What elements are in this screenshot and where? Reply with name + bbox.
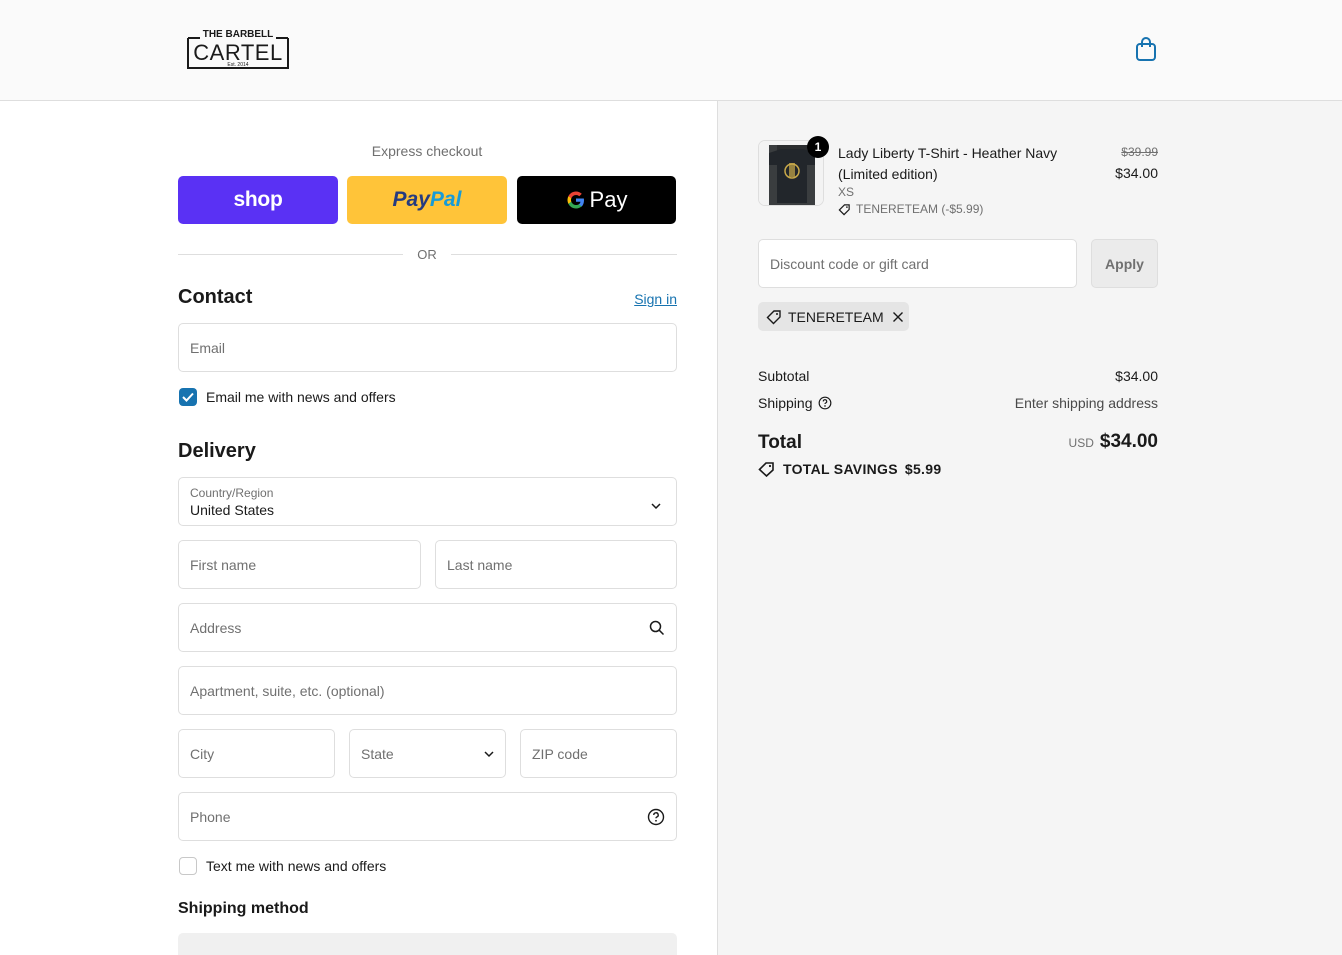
subtotal-label: Subtotal bbox=[758, 368, 810, 384]
currency-code: USD bbox=[1068, 436, 1094, 450]
or-divider-right bbox=[451, 254, 677, 255]
address-field[interactable]: Address bbox=[178, 603, 677, 652]
first-name-field[interactable]: First name bbox=[178, 540, 421, 589]
state-placeholder: State bbox=[361, 745, 394, 762]
total-amount-group: USD $34.00 bbox=[980, 431, 1158, 453]
help-circle-icon[interactable] bbox=[647, 808, 665, 826]
paypal-label-pal: Pal bbox=[429, 188, 462, 211]
shipping-value: Enter shipping address bbox=[1014, 395, 1158, 411]
savings-label: TOTAL SAVINGS bbox=[783, 461, 898, 477]
original-price: $39.99 bbox=[1121, 145, 1158, 159]
product-name: Lady Liberty T-Shirt - Heather Navy (Lim… bbox=[838, 145, 1058, 182]
quantity-badge: 1 bbox=[807, 136, 829, 158]
checkmark-icon bbox=[182, 392, 194, 402]
discount-code-placeholder: Discount code or gift card bbox=[770, 255, 929, 272]
item-price: $34.00 bbox=[1115, 165, 1158, 181]
country-value: United States bbox=[190, 502, 275, 518]
header: THE BARBELL CARTEL Est. 2014 bbox=[0, 0, 1342, 101]
google-pay-label: Pay bbox=[589, 187, 628, 212]
google-pay-button[interactable]: Pay bbox=[517, 176, 676, 224]
state-select[interactable]: State bbox=[349, 729, 506, 778]
shipping-method-placeholder-box bbox=[178, 933, 677, 955]
sign-in-link[interactable]: Sign in bbox=[600, 291, 677, 307]
shop-pay-button[interactable]: shop bbox=[178, 176, 338, 224]
applied-discount-chip: TENERETEAM bbox=[758, 302, 909, 331]
zip-placeholder: ZIP code bbox=[532, 745, 588, 762]
total-savings: TOTAL SAVINGS $5.99 bbox=[758, 461, 941, 477]
shop-pay-label: shop bbox=[233, 188, 283, 211]
shipping-label: Shipping bbox=[758, 395, 813, 411]
zip-field[interactable]: ZIP code bbox=[520, 729, 677, 778]
paypal-button[interactable]: Pay Pal bbox=[347, 176, 507, 224]
last-name-placeholder: Last name bbox=[447, 556, 513, 573]
tag-icon bbox=[838, 203, 851, 216]
search-icon bbox=[649, 620, 665, 636]
or-divider-left bbox=[178, 254, 403, 255]
chevron-down-icon bbox=[651, 497, 661, 515]
savings-value: $5.99 bbox=[904, 461, 942, 477]
last-name-field[interactable]: Last name bbox=[435, 540, 677, 589]
product-discount: TENERETEAM (-$5.99) bbox=[838, 202, 983, 216]
city-field[interactable]: City bbox=[178, 729, 335, 778]
email-field[interactable]: Email bbox=[178, 323, 677, 372]
email-news-checkbox[interactable] bbox=[179, 388, 197, 406]
subtotal-value: $34.00 bbox=[1115, 368, 1158, 384]
country-select[interactable]: Country/Region United States bbox=[178, 477, 677, 526]
total-value: $34.00 bbox=[1099, 431, 1158, 452]
text-news-checkbox[interactable] bbox=[179, 857, 197, 875]
apartment-placeholder: Apartment, suite, etc. (optional) bbox=[190, 682, 385, 699]
or-text: OR bbox=[417, 247, 437, 262]
tag-icon bbox=[766, 309, 782, 325]
logo-line3: Est. 2014 bbox=[227, 62, 249, 68]
store-logo[interactable]: THE BARBELL CARTEL Est. 2014 bbox=[186, 28, 290, 70]
order-summary-panel bbox=[718, 101, 1342, 955]
remove-discount-close-icon[interactable] bbox=[892, 311, 904, 323]
product-discount-text: TENERETEAM (-$5.99) bbox=[856, 202, 984, 216]
shipping-method-title: Shipping method bbox=[178, 900, 309, 917]
chevron-down-icon bbox=[484, 750, 494, 758]
shopping-bag-icon[interactable] bbox=[1134, 36, 1158, 62]
google-g-icon bbox=[566, 190, 586, 210]
delivery-title: Delivery bbox=[178, 440, 256, 462]
shipping-row-label: Shipping bbox=[758, 395, 832, 411]
tag-icon bbox=[758, 461, 776, 477]
help-circle-icon[interactable] bbox=[818, 396, 832, 410]
address-placeholder: Address bbox=[190, 619, 242, 636]
email-news-label: Email me with news and offers bbox=[206, 389, 396, 405]
discount-code-field[interactable]: Discount code or gift card bbox=[758, 239, 1077, 288]
apply-button[interactable]: Apply bbox=[1091, 239, 1158, 288]
phone-field[interactable]: Phone bbox=[178, 792, 677, 841]
express-checkout-label: Express checkout bbox=[371, 143, 483, 159]
country-label: Country/Region bbox=[190, 486, 274, 500]
city-placeholder: City bbox=[190, 745, 215, 762]
contact-title: Contact bbox=[178, 286, 253, 308]
applied-discount-code: TENERETEAM bbox=[788, 308, 884, 325]
text-news-label: Text me with news and offers bbox=[206, 858, 387, 874]
apartment-field[interactable]: Apartment, suite, etc. (optional) bbox=[178, 666, 677, 715]
first-name-placeholder: First name bbox=[190, 556, 257, 573]
phone-placeholder: Phone bbox=[190, 808, 231, 825]
paypal-label-pay: Pay bbox=[392, 188, 430, 211]
product-variant: XS bbox=[838, 185, 855, 199]
total-label: Total bbox=[758, 432, 802, 453]
email-placeholder: Email bbox=[190, 339, 226, 356]
logo-line1: THE BARBELL bbox=[202, 29, 274, 40]
